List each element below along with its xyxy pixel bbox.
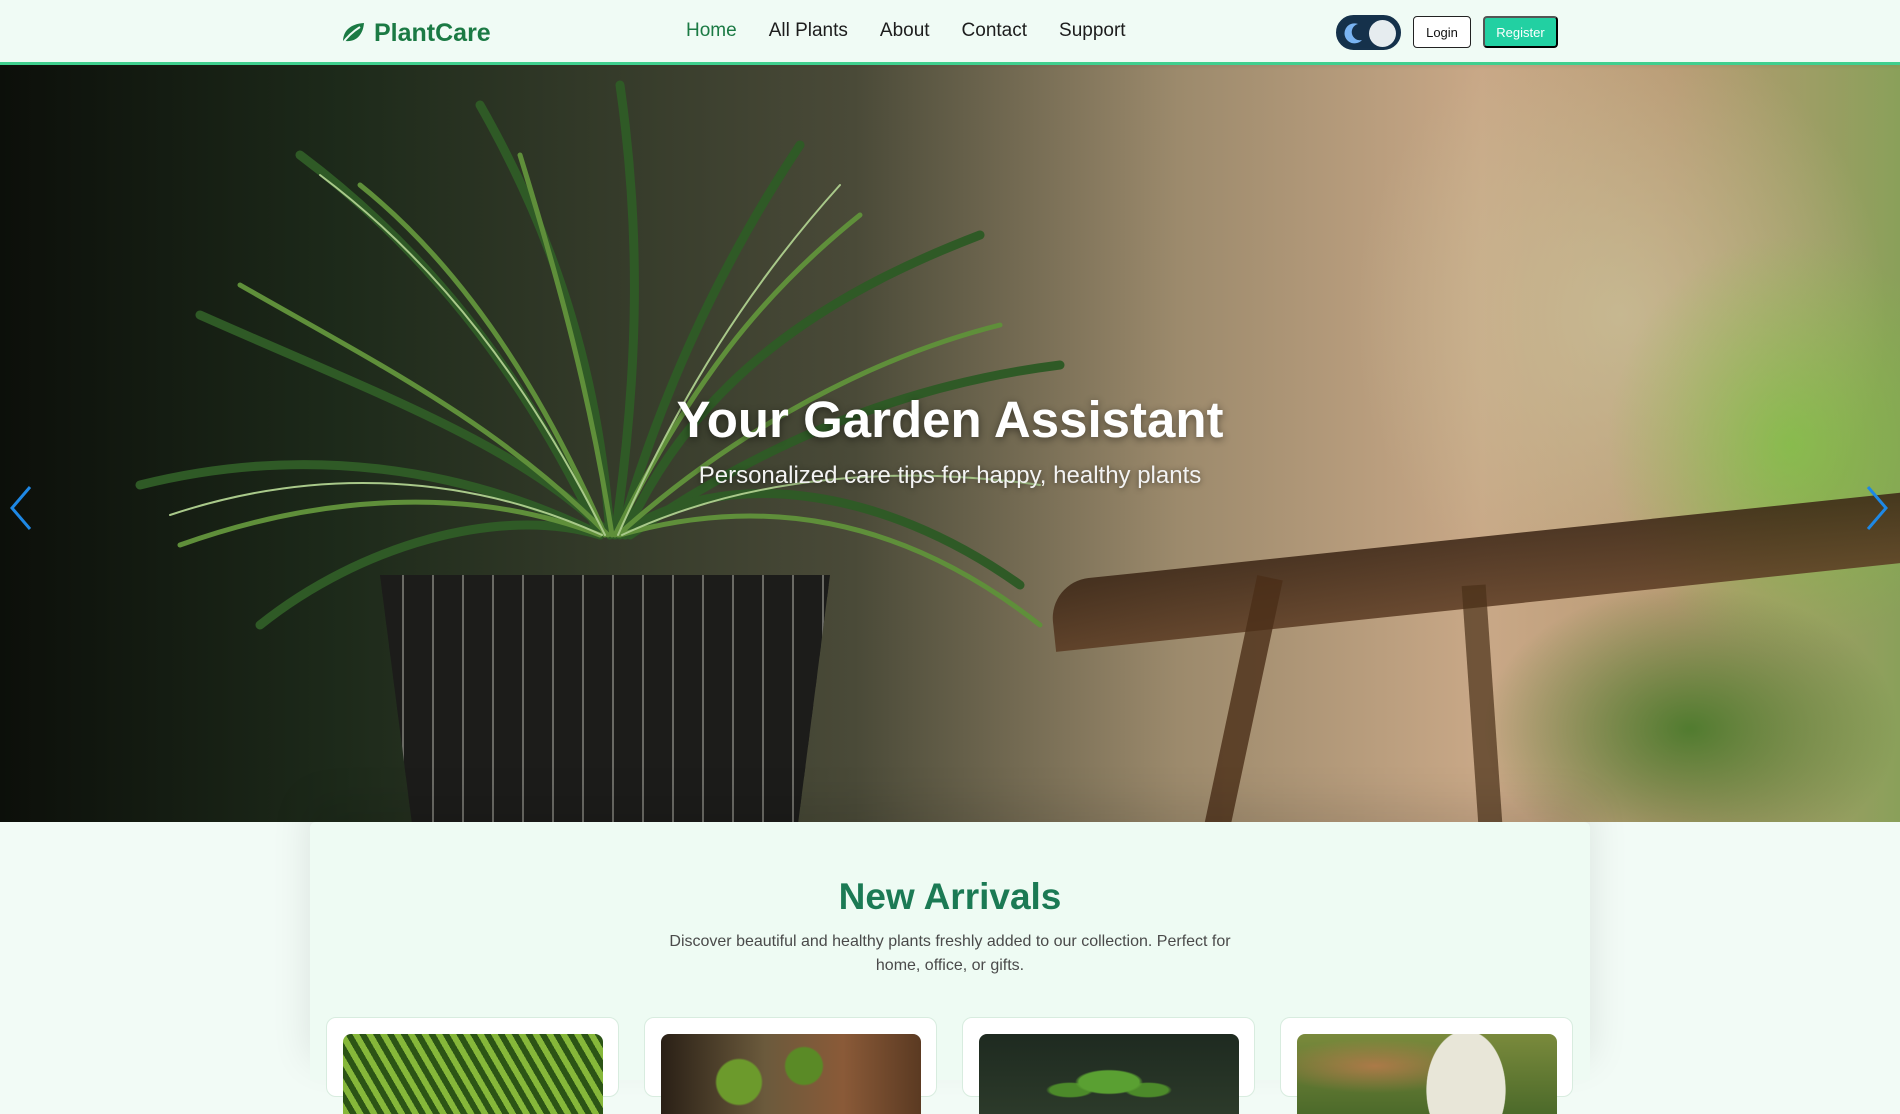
carousel-prev-button[interactable] bbox=[6, 483, 36, 533]
login-button[interactable]: Login bbox=[1413, 16, 1471, 48]
register-button[interactable]: Register bbox=[1483, 16, 1558, 48]
product-image bbox=[343, 1034, 603, 1114]
brand-link[interactable]: PlantCare bbox=[340, 18, 491, 48]
chevron-right-icon bbox=[1866, 486, 1888, 530]
toggle-knob bbox=[1369, 20, 1396, 47]
hero-carousel: Your Garden Assistant Personalized care … bbox=[0, 65, 1900, 822]
product-image bbox=[661, 1034, 921, 1114]
main-nav: Home All Plants About Contact Support bbox=[686, 20, 1126, 42]
product-card[interactable] bbox=[326, 1017, 619, 1114]
product-card[interactable] bbox=[962, 1017, 1255, 1114]
navbar: PlantCare Home All Plants About Contact … bbox=[0, 0, 1900, 65]
nav-link-contact[interactable]: Contact bbox=[962, 20, 1027, 42]
nav-link-all-plants[interactable]: All Plants bbox=[769, 20, 848, 42]
nav-link-support[interactable]: Support bbox=[1059, 20, 1126, 42]
chevron-left-icon bbox=[10, 486, 32, 530]
section-description: Discover beautiful and healthy plants fr… bbox=[669, 933, 1231, 974]
hero-pot-pattern bbox=[380, 575, 830, 822]
nav-link-home[interactable]: Home bbox=[686, 20, 737, 42]
new-arrivals-section: New Arrivals Discover beautiful and heal… bbox=[310, 822, 1590, 1114]
section-title: New Arrivals bbox=[838, 876, 1062, 917]
hero-title: Your Garden Assistant bbox=[676, 391, 1224, 448]
product-image bbox=[979, 1034, 1239, 1114]
product-card[interactable] bbox=[644, 1017, 937, 1114]
hero-subtitle: Personalized care tips for happy, health… bbox=[698, 462, 1202, 489]
carousel-next-button[interactable] bbox=[1862, 483, 1892, 533]
hero-background-foliage bbox=[1480, 585, 1900, 822]
brand-name: PlantCare bbox=[374, 18, 491, 47]
leaf-icon bbox=[340, 21, 366, 45]
product-image bbox=[1297, 1034, 1557, 1114]
theme-toggle[interactable] bbox=[1336, 15, 1401, 50]
nav-link-about[interactable]: About bbox=[880, 20, 930, 42]
product-card[interactable] bbox=[1280, 1017, 1573, 1114]
moon-icon bbox=[1344, 22, 1364, 49]
